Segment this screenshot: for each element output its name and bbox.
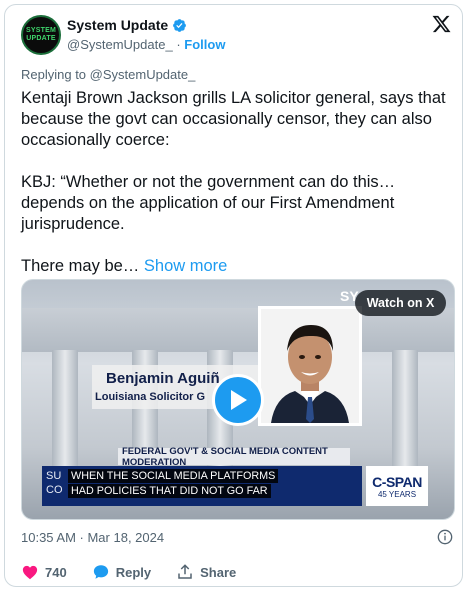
author-avatar[interactable]: SYSTEM UPDATE (21, 15, 61, 55)
info-icon[interactable] (437, 529, 453, 545)
lower-left-text-1: SU (46, 470, 62, 482)
like-button[interactable]: 740 (21, 563, 67, 581)
speaker-title: Louisiana Solicitor G (95, 391, 206, 403)
video-media[interactable]: Benjamin Aguiñ Louisiana Solicitor G SY … (21, 279, 455, 520)
speaker-portrait (258, 306, 362, 426)
tweet-body: Kentaji Brown Jackson grills LA solicito… (21, 89, 446, 275)
network-logo-text: C-SPAN (372, 473, 422, 490)
author-display-name[interactable]: System Update (67, 17, 168, 33)
like-count: 740 (45, 564, 67, 580)
reply-button[interactable]: Reply (92, 563, 151, 581)
action-bar: 740 Reply Share (21, 563, 261, 581)
share-button[interactable]: Share (176, 563, 236, 581)
replying-to-line[interactable]: Replying to @SystemUpdate_ (21, 67, 195, 82)
speaker-name: Benjamin Aguiñ (106, 370, 220, 387)
reply-label: Reply (115, 564, 152, 580)
avatar-text-line2: UPDATE (26, 35, 56, 42)
share-icon (178, 564, 192, 579)
play-button[interactable] (212, 374, 264, 426)
watch-on-x-button[interactable]: Watch on X (355, 290, 446, 316)
play-icon (231, 390, 247, 410)
author-name-row: System Update (67, 17, 187, 33)
separator-dot: · (176, 37, 181, 52)
portrait-illustration (261, 309, 359, 423)
x-logo-icon[interactable] (431, 14, 452, 34)
closed-caption-line-1: WHEN THE SOCIAL MEDIA PLATFORMS (68, 469, 279, 483)
follow-button[interactable]: Follow (184, 37, 225, 52)
closed-caption-line-2: HAD POLICIES THAT DID NOT GO FAR (68, 484, 271, 498)
network-logo: C-SPAN 45 YEARS (366, 466, 428, 506)
avatar-text-line1: SYSTEM (26, 27, 56, 34)
heart-icon (22, 565, 38, 580)
lower-third-headline: FEDERAL GOV'T & SOCIAL MEDIA CONTENT MOD… (118, 446, 350, 468)
share-label: Share (200, 564, 237, 580)
verified-badge-icon (173, 18, 187, 32)
lower-left-text-2: CO (46, 484, 63, 496)
network-years-text: 45 YEARS (377, 489, 417, 499)
tweet-text: Kentaji Brown Jackson grills LA solicito… (21, 88, 451, 277)
show-more-link[interactable]: Show more (144, 257, 227, 275)
reply-bubble-icon (93, 565, 108, 579)
tweet-timestamp[interactable]: 10:35 AM · Mar 18, 2024 (21, 530, 164, 545)
author-handle-row: @SystemUpdate_ · Follow (67, 37, 225, 52)
author-handle[interactable]: @SystemUpdate_ (67, 37, 173, 52)
